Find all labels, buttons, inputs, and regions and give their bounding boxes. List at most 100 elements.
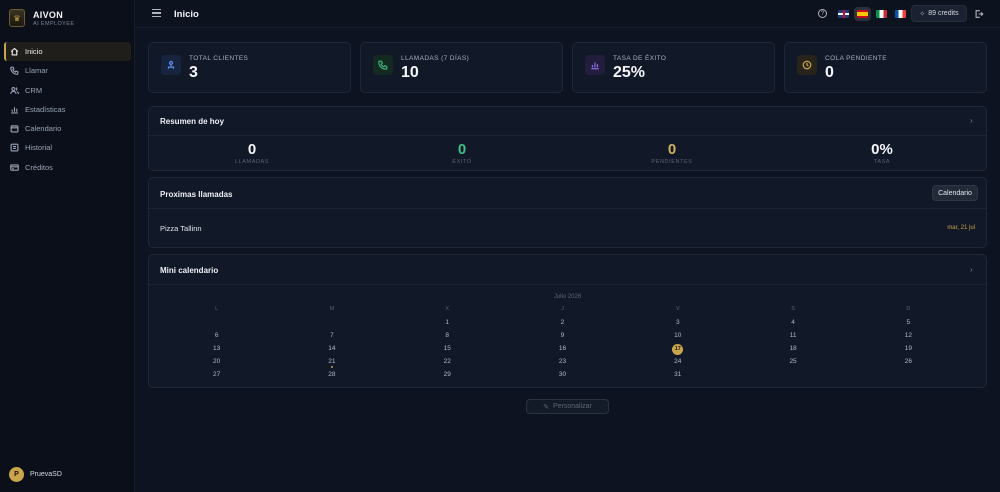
sidebar-item-inicio[interactable]: Inicio [4, 42, 131, 61]
calendar-day-number: 9 [560, 331, 565, 339]
calendar-day[interactable]: 22 [390, 357, 505, 366]
summary-exito: 0 ÉXITO [359, 141, 565, 165]
weekday-label: D [906, 306, 911, 312]
calendar-day[interactable]: 3 [620, 318, 735, 327]
calendar-day[interactable]: 8 [390, 331, 505, 340]
stat-value: 25% [613, 64, 646, 81]
calendar-day[interactable]: 31 [620, 370, 735, 379]
calendar-day-number: 4 [791, 318, 795, 326]
calendar-day[interactable]: 10 [620, 331, 735, 340]
calendar-empty-cell [851, 370, 966, 379]
flag-es-icon[interactable] [854, 7, 871, 21]
chevron-right-icon[interactable]: › [970, 265, 977, 274]
calendar-grid: L M X J V S D 1 2 3 4 5 6 7 8 9 10 11 12 13 14 15 16 17 18 19 20 21… [159, 305, 966, 379]
calendar-button[interactable]: Calendario [932, 185, 978, 201]
calendar-day[interactable]: 15 [390, 344, 505, 353]
calendar-day-number: 24 [674, 357, 682, 365]
sidebar-item-estadisticas[interactable]: Estadísticas [4, 100, 131, 119]
users-icon [161, 55, 181, 75]
calendar-empty-cell [159, 318, 274, 327]
weekday-label: S [791, 306, 795, 312]
weekday-label: M [329, 306, 335, 312]
calendar-day[interactable]: 1 [390, 318, 505, 327]
section-title: Resumen de hoy [160, 117, 225, 126]
brand-name: AIVON [33, 9, 64, 20]
call-date: mar, 21 jul [947, 225, 975, 231]
calendar-day-number: 16 [558, 344, 567, 352]
summary-value: 0 [457, 141, 467, 158]
calendar-day[interactable]: 18 [735, 344, 850, 353]
summary-caption: LLAMADAS [234, 159, 270, 165]
logout-icon[interactable] [974, 9, 984, 19]
calendar-day-number: 15 [443, 344, 451, 352]
calendar-day-today[interactable]: 17 [620, 343, 735, 355]
stat-card-llamadas: LLAMADAS (7 DÍAS) 10 [360, 42, 563, 93]
flag-fr-icon[interactable] [895, 10, 906, 18]
flag-it-icon[interactable] [876, 10, 887, 18]
calendar-day[interactable]: 9 [505, 331, 620, 340]
stat-label: TOTAL CLIENTES [189, 55, 249, 62]
sidebar-item-calendario[interactable]: Calendario [4, 119, 131, 138]
sidebar-item-creditos[interactable]: Créditos [4, 158, 131, 177]
calendar-day-number: 31 [674, 370, 682, 378]
summary-caption: TASA [873, 159, 891, 165]
calendar-day[interactable]: 27 [159, 370, 274, 379]
calendar-day[interactable]: 20 [159, 357, 274, 366]
calendar-day-number: 3 [675, 318, 680, 326]
stat-label: TASA DE ÉXITO [613, 55, 667, 62]
phone-icon [10, 66, 19, 76]
calendar-day[interactable]: 25 [735, 357, 850, 366]
sidebar-item-crm[interactable]: CRM [4, 81, 131, 100]
calendar-day-number: 13 [213, 344, 221, 352]
weekday-label: J [561, 306, 564, 312]
calendar-day[interactable]: 4 [735, 318, 850, 327]
calendar-icon [10, 125, 19, 133]
calendar-day[interactable]: 23 [505, 357, 620, 366]
calendar-day[interactable]: 29 [390, 370, 505, 379]
divider [149, 135, 986, 136]
customize-button[interactable]: ✎ Personalizar [526, 399, 609, 414]
calendar-day-number: 22 [443, 357, 451, 365]
user-profile[interactable]: P PruevaSD [9, 467, 62, 482]
sidebar-nav: Inicio Llamar CRM Estadísticas Calendari… [4, 42, 131, 177]
calendar-day[interactable]: 19 [851, 344, 966, 353]
menu-icon[interactable] [152, 9, 161, 18]
flag-en-icon[interactable] [838, 10, 849, 18]
calendar-day[interactable]: 13 [159, 344, 274, 353]
users-icon [10, 86, 19, 94]
weekday-label: V [675, 306, 680, 312]
calendar-day[interactable]: 7 [274, 331, 389, 340]
sidebar-item-llamar[interactable]: Llamar [4, 61, 131, 80]
calendar-day[interactable]: 30 [505, 370, 620, 379]
sidebar-item-historial[interactable]: Historial [4, 138, 131, 157]
mini-calendar-card: Mini calendario › Julio 2026 LMXJVSD1234… [148, 254, 987, 388]
calendar-day[interactable]: 28 [274, 370, 389, 379]
calendar-day[interactable]: 11 [735, 331, 850, 340]
calendar-day-number: 2 [560, 318, 565, 326]
credits-badge[interactable]: ✧ 89 credits [911, 5, 967, 22]
credits-label: 89 credits [928, 10, 959, 17]
calendar-day-number: 12 [904, 331, 912, 339]
call-name[interactable]: Pizza Tallinn [160, 224, 202, 233]
calendar-day[interactable]: 24 [620, 357, 735, 366]
calendar-day-number: 7 [330, 331, 334, 339]
brand[interactable]: ♛ AIVON AI EMPLOYEE [9, 9, 74, 27]
calendar-day[interactable]: 2 [505, 318, 620, 327]
calendar-day[interactable]: 16 [505, 344, 620, 353]
today-summary-card: Resumen de hoy › 0 LLAMADAS 0 ÉXITO 0 PE… [148, 106, 987, 171]
chevron-right-icon[interactable]: › [970, 116, 977, 125]
calendar-day[interactable]: 5 [851, 318, 966, 327]
stat-label: COLA PENDIENTE [825, 55, 887, 62]
calendar-day-number: 5 [906, 318, 911, 326]
help-icon[interactable]: ? [818, 9, 827, 18]
calendar-day-number: 18 [789, 344, 797, 352]
calendar-day[interactable]: 14 [274, 344, 389, 353]
calendar-day-number: 1 [445, 318, 450, 326]
calendar-day[interactable]: 12 [851, 331, 966, 340]
calendar-day-number: 29 [443, 370, 451, 378]
calendar-day[interactable]: 6 [159, 331, 274, 340]
weekday-label: L [215, 306, 219, 312]
calendar-day-number: 23 [558, 357, 567, 365]
calendar-day[interactable]: 26 [851, 357, 966, 366]
calendar-day[interactable]: 21 [274, 357, 389, 369]
